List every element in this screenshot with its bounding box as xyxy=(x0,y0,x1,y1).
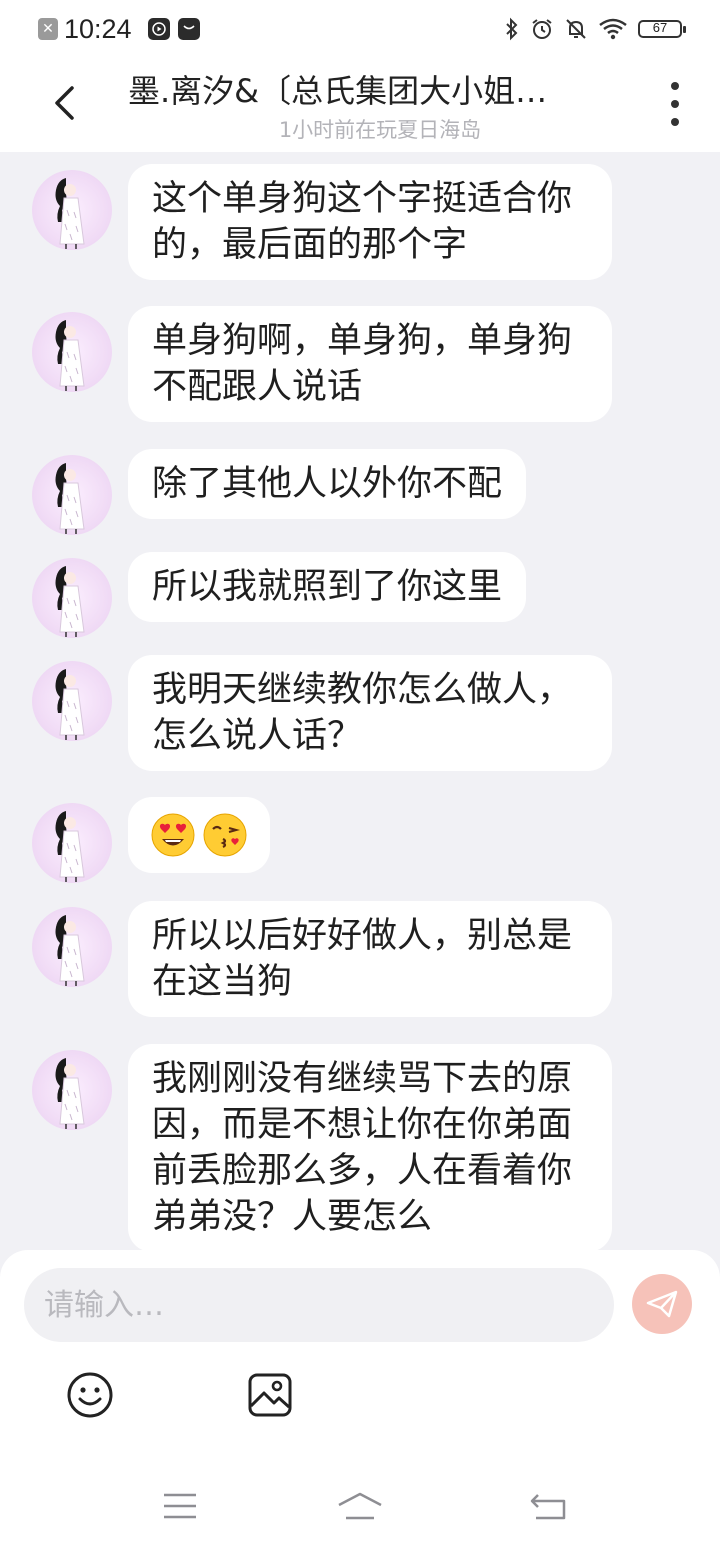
heart-eyes-emoji xyxy=(151,813,195,857)
nav-back-button[interactable] xyxy=(523,1488,573,1524)
message-bubble[interactable]: 除了其他人以外你不配 xyxy=(128,449,527,519)
nav-menu-button[interactable] xyxy=(155,1488,205,1524)
mute-icon xyxy=(566,19,586,39)
kissing-face-emoji xyxy=(203,813,247,857)
contact-avatar[interactable] xyxy=(32,803,112,883)
message-bubble[interactable]: 这个单身狗这个字挺适合你的，最后面的那个字 xyxy=(128,164,612,280)
smiley-icon xyxy=(67,1372,113,1418)
chat-title: 墨.离汐&〔总氏集团大小姐… xyxy=(128,72,548,110)
contact-avatar[interactable] xyxy=(32,661,112,741)
chat-messages[interactable]: 这个单身狗这个字挺适合你的，最后面的那个字 单身狗啊，单身狗，单身狗不配跟人说话… xyxy=(0,152,720,1252)
contact-avatar[interactable] xyxy=(32,907,112,987)
wifi-icon xyxy=(599,18,627,40)
more-dot-icon xyxy=(671,100,679,108)
contact-avatar[interactable] xyxy=(32,558,112,638)
menu-icon xyxy=(164,1493,196,1519)
message-bubble[interactable]: 我刚刚没有继续骂下去的原因，而是不想让你在你弟面前丢脸那么多，人在看着你弟弟没？… xyxy=(128,1044,612,1252)
send-icon xyxy=(646,1290,678,1318)
send-button[interactable] xyxy=(632,1274,692,1334)
nav-home-button[interactable] xyxy=(335,1488,385,1524)
battery-icon: 67 xyxy=(638,20,686,38)
contact-avatar[interactable] xyxy=(32,455,112,535)
alarm-icon xyxy=(532,19,552,39)
message-bubble[interactable]: 所以我就照到了你这里 xyxy=(128,552,527,622)
message-input[interactable] xyxy=(24,1268,614,1342)
contact-avatar[interactable] xyxy=(32,312,112,392)
status-time: 10:24 xyxy=(64,13,132,44)
contact-avatar[interactable] xyxy=(32,170,112,250)
chat-subtitle: 1小时前在玩夏日海岛 xyxy=(278,118,482,142)
image-icon xyxy=(248,1373,292,1417)
battery-level: 67 xyxy=(652,20,668,35)
message-app-icon xyxy=(177,18,200,40)
contact-avatar[interactable] xyxy=(32,1050,112,1130)
back-nav-icon xyxy=(530,1494,566,1520)
status-bar: ✕ 10:24 67 xyxy=(0,0,720,56)
message-bubble[interactable]: 我明天继续教你怎么做人，怎么说人话？ xyxy=(128,655,612,771)
emoji-button[interactable] xyxy=(65,1370,115,1420)
more-dot-icon xyxy=(671,118,679,126)
close-notification-icon: ✕ xyxy=(38,18,58,40)
chat-header: 墨.离汐&〔总氏集团大小姐… 1小时前在玩夏日海岛 xyxy=(0,56,720,152)
image-button[interactable] xyxy=(245,1370,295,1420)
more-options-button[interactable] xyxy=(660,82,690,126)
media-app-icon xyxy=(147,18,170,40)
home-icon xyxy=(338,1492,382,1520)
message-bubble[interactable]: 所以以后好好做人，别总是在这当狗 xyxy=(128,901,612,1017)
message-bubble[interactable]: 单身狗啊，单身狗，单身狗不配跟人说话 xyxy=(128,306,612,422)
emoji-message-bubble[interactable] xyxy=(128,797,270,873)
more-dot-icon xyxy=(671,82,679,90)
input-panel xyxy=(0,1250,720,1544)
bluetooth-icon xyxy=(506,17,518,41)
